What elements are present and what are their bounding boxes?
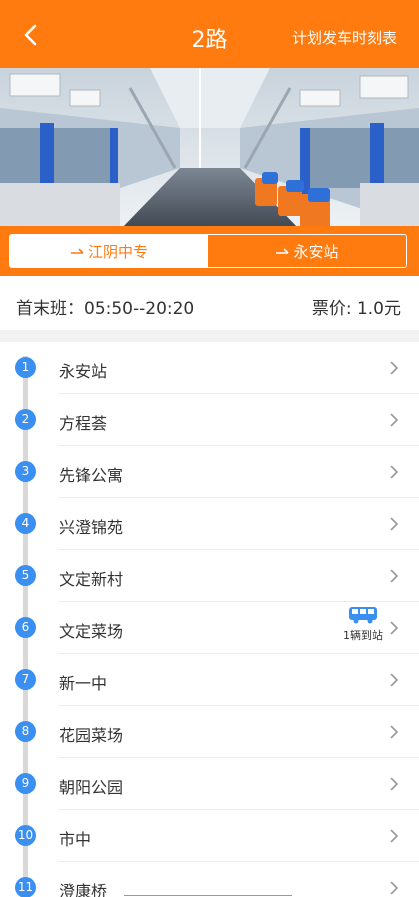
direction-tab-yongan[interactable]: 永安站: [208, 235, 406, 267]
chevron-right-icon: [390, 517, 399, 531]
stop-number: 6: [15, 617, 36, 638]
stop-name: 先锋公寓: [59, 466, 124, 485]
direction-switch: 江阴中专 永安站: [0, 226, 419, 276]
stop-name: 花园菜场: [59, 726, 124, 745]
stop-name: 新一中: [59, 674, 108, 693]
chevron-right-icon: [390, 621, 399, 635]
chevron-right-icon: [390, 725, 399, 739]
stop-name: 永安站: [59, 362, 108, 381]
stop-number: 7: [15, 669, 36, 690]
stop-number: 3: [15, 461, 36, 482]
stop-name: 朝阳公园: [59, 778, 124, 797]
list-item[interactable]: 8 花园菜场: [0, 706, 419, 758]
stop-number: 5: [15, 565, 36, 586]
chevron-right-icon: [390, 361, 399, 375]
fare-price: 票价: 1.0元: [311, 299, 401, 319]
top-bar: 2路 计划发车时刻表: [0, 0, 419, 68]
stop-number: 8: [15, 721, 36, 742]
list-item[interactable]: 5 文定新村: [0, 550, 419, 602]
route-info: 首末班：05:50--20:20 票价: 1.0元: [0, 276, 419, 330]
bus-icon: [349, 607, 377, 624]
direction-label: 永安站: [293, 242, 339, 261]
list-item[interactable]: 1 永安站: [0, 342, 419, 394]
stop-number: 10: [15, 825, 36, 846]
list-item[interactable]: 3 先锋公寓: [0, 446, 419, 498]
direction-arrow-icon: [276, 248, 290, 254]
direction-tab-jiangyin-zhongzhuan[interactable]: 江阴中专: [10, 235, 208, 267]
stop-name: 文定新村: [59, 570, 124, 589]
direction-arrow-icon: [70, 248, 84, 254]
list-item[interactable]: 4 兴澄锦苑: [0, 498, 419, 550]
stop-name: 文定菜场: [59, 622, 124, 641]
stop-name: 澄康桥: [59, 882, 108, 897]
list-item[interactable]: 6 文定菜场 1辆到站: [0, 602, 419, 654]
stop-name: 方程荟: [59, 414, 108, 433]
chevron-right-icon: [390, 569, 399, 583]
schedule-link[interactable]: 计划发车时刻表: [292, 27, 397, 48]
chevron-right-icon: [390, 673, 399, 687]
direction-label: 江阴中专: [87, 242, 148, 261]
chevron-right-icon: [390, 413, 399, 427]
list-item[interactable]: 7 新一中: [0, 654, 419, 706]
stop-name: 兴澄锦苑: [59, 518, 124, 537]
list-item[interactable]: 11 澄康桥: [0, 862, 419, 897]
list-item[interactable]: 2 方程荟: [0, 394, 419, 446]
stop-number: 9: [15, 773, 36, 794]
stop-number: 1: [15, 357, 36, 378]
stop-list: 1 永安站 2 方程荟 3 先锋公寓 4 兴澄锦苑 5 文定新村 6 文定菜场: [0, 342, 419, 897]
chevron-right-icon: [390, 777, 399, 791]
list-item[interactable]: 10 市中: [0, 810, 419, 862]
stop-number: 11: [15, 877, 36, 897]
chevron-right-icon: [390, 465, 399, 479]
chevron-right-icon: [390, 829, 399, 843]
stop-name: 市中: [59, 830, 92, 849]
bus-arrival-indicator: 1辆到站: [343, 606, 383, 643]
stop-number: 2: [15, 409, 36, 430]
service-hours: 首末班：05:50--20:20: [16, 299, 195, 319]
scroll-indicator: [124, 895, 292, 896]
bus-interior-image: [0, 68, 419, 230]
stop-number: 4: [15, 513, 36, 534]
bus-status: 1辆到站: [343, 629, 383, 642]
list-item[interactable]: 9 朝阳公园: [0, 758, 419, 810]
chevron-right-icon: [390, 881, 399, 895]
